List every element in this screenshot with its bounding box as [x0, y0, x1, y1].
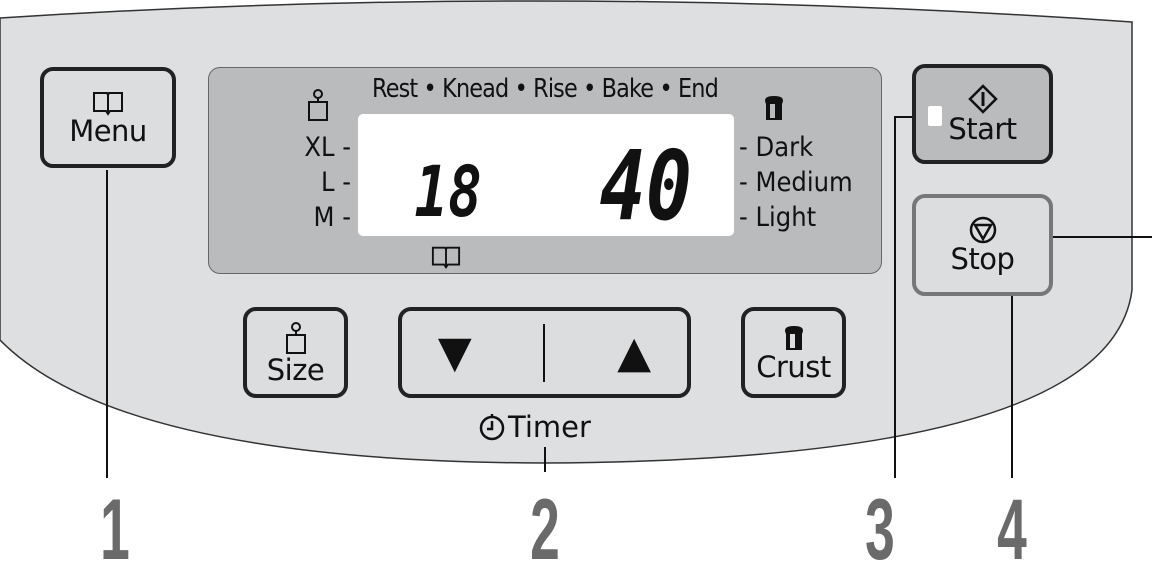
clock-icon — [479, 414, 505, 441]
crust-medium: - Medium — [739, 167, 853, 198]
callout-1: 1 — [100, 482, 130, 578]
start-label: Start — [948, 112, 1017, 146]
stop-circle-icon — [969, 216, 996, 244]
timer-buttons: ▼ ▲ — [398, 307, 691, 398]
start-button[interactable]: Start — [912, 64, 1053, 164]
weight-icon — [285, 321, 306, 354]
timer-down-button[interactable]: ▼ — [438, 327, 472, 378]
size-l: L - — [320, 167, 351, 198]
callout-3: 3 — [865, 482, 895, 578]
size-button[interactable]: Size — [243, 307, 348, 398]
crust-label: Crust — [756, 349, 831, 384]
menu-button[interactable]: Menu — [40, 67, 176, 168]
phase-labels: Rest • Knead • Rise • Bake • End — [372, 74, 719, 104]
callout-2: 2 — [530, 482, 560, 578]
bread-icon — [784, 325, 803, 350]
timer-up-button[interactable]: ▲ — [617, 327, 651, 378]
time-readout: 40 — [599, 130, 693, 242]
size-xl: XL - — [304, 132, 351, 163]
book-icon — [93, 91, 123, 116]
crust-dark: - Dark — [739, 132, 814, 163]
size-label: Size — [266, 352, 325, 387]
lcd-screen: 18 40 — [358, 114, 734, 236]
crust-light: - Light — [739, 202, 817, 233]
menu-label: Menu — [69, 113, 147, 148]
timer-label: Timer — [508, 410, 591, 444]
start-led — [928, 106, 942, 126]
stop-label: Stop — [950, 242, 1015, 276]
start-diamond-icon — [967, 84, 998, 114]
crust-button[interactable]: Crust — [741, 307, 846, 398]
weight-icon — [308, 89, 328, 121]
menu-indicator-book-icon — [431, 246, 461, 270]
timer-divider — [543, 323, 546, 382]
menu-number-readout: 18 — [414, 151, 482, 233]
timer-label-group: Timer — [478, 410, 591, 444]
callout-4: 4 — [997, 482, 1027, 578]
stop-button[interactable]: Stop — [912, 194, 1053, 296]
lcd-display-panel: Rest • Knead • Rise • Bake • End XL - L … — [208, 67, 882, 274]
size-m: M - — [313, 202, 351, 233]
bread-icon — [765, 96, 783, 120]
